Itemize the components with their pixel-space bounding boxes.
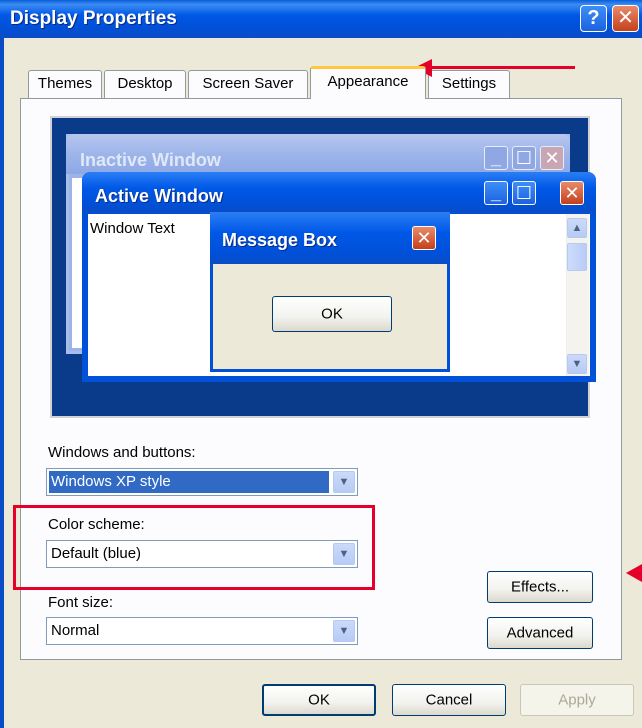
advanced-label: Advanced bbox=[506, 624, 574, 642]
windows-buttons-select[interactable]: Windows XP style ▼ bbox=[46, 468, 358, 496]
advanced-button[interactable]: Advanced bbox=[487, 617, 593, 649]
ok-label: OK bbox=[321, 305, 343, 323]
scroll-down-icon: ▼ bbox=[567, 354, 587, 374]
tab-settings[interactable]: Settings bbox=[428, 70, 510, 98]
message-box-title: Message Box bbox=[222, 230, 338, 250]
close-icon: ✕ bbox=[412, 226, 436, 250]
maximize-icon: ☐ bbox=[512, 146, 536, 170]
font-size-value: Normal bbox=[51, 622, 100, 639]
color-scheme-select[interactable]: Default (blue) ▼ bbox=[46, 540, 358, 568]
chevron-down-icon[interactable]: ▼ bbox=[333, 471, 355, 493]
tab-appearance[interactable]: Appearance bbox=[310, 66, 426, 99]
inactive-window-body bbox=[72, 178, 82, 348]
window-text: Window Text bbox=[90, 220, 175, 237]
chevron-down-icon[interactable]: ▼ bbox=[333, 543, 355, 565]
color-scheme-label: Color scheme: bbox=[48, 516, 145, 533]
font-size-select[interactable]: Normal ▼ bbox=[46, 617, 358, 645]
display-properties-window: Display Properties ? ✕ Themes Desktop Sc… bbox=[0, 0, 642, 728]
windows-buttons-label: Windows and buttons: bbox=[48, 444, 196, 461]
minimize-icon: _ bbox=[484, 146, 508, 170]
apply-button[interactable]: Apply bbox=[520, 684, 634, 716]
tab-themes[interactable]: Themes bbox=[28, 70, 102, 98]
chevron-down-icon[interactable]: ▼ bbox=[333, 620, 355, 642]
close-icon: ✕ bbox=[560, 181, 584, 205]
cancel-label: Cancel bbox=[425, 691, 473, 709]
cancel-button[interactable]: Cancel bbox=[392, 684, 506, 716]
scroll-up-icon: ▲ bbox=[567, 218, 587, 238]
tab-screen-saver[interactable]: Screen Saver bbox=[188, 70, 308, 98]
scroll-thumb bbox=[567, 243, 587, 271]
close-icon: ✕ bbox=[540, 146, 564, 170]
ok-label: OK bbox=[308, 691, 330, 709]
color-scheme-value: Default (blue) bbox=[51, 545, 142, 562]
apply-label: Apply bbox=[558, 691, 596, 709]
annotation-arrow-icon bbox=[626, 564, 642, 582]
annotation-arrow-line bbox=[430, 66, 575, 69]
effects-label: Effects... bbox=[510, 578, 570, 596]
windows-buttons-value: Windows XP style bbox=[49, 471, 329, 493]
ok-button[interactable]: OK bbox=[262, 684, 376, 716]
close-icon: ✕ bbox=[617, 7, 634, 29]
close-button[interactable]: ✕ bbox=[612, 5, 639, 32]
font-size-label: Font size: bbox=[48, 594, 114, 611]
window-border bbox=[0, 38, 4, 728]
effects-button[interactable]: Effects... bbox=[487, 571, 593, 603]
maximize-icon: ☐ bbox=[512, 181, 536, 205]
active-window-title: Active Window bbox=[95, 186, 223, 206]
message-box-ok-button: OK bbox=[272, 296, 392, 332]
help-button[interactable]: ? bbox=[580, 5, 607, 32]
window-title: Display Properties bbox=[10, 8, 177, 29]
tab-desktop[interactable]: Desktop bbox=[104, 70, 186, 98]
inactive-window-title: Inactive Window bbox=[80, 150, 221, 170]
scrollbar bbox=[566, 214, 589, 376]
minimize-icon: _ bbox=[484, 181, 508, 205]
